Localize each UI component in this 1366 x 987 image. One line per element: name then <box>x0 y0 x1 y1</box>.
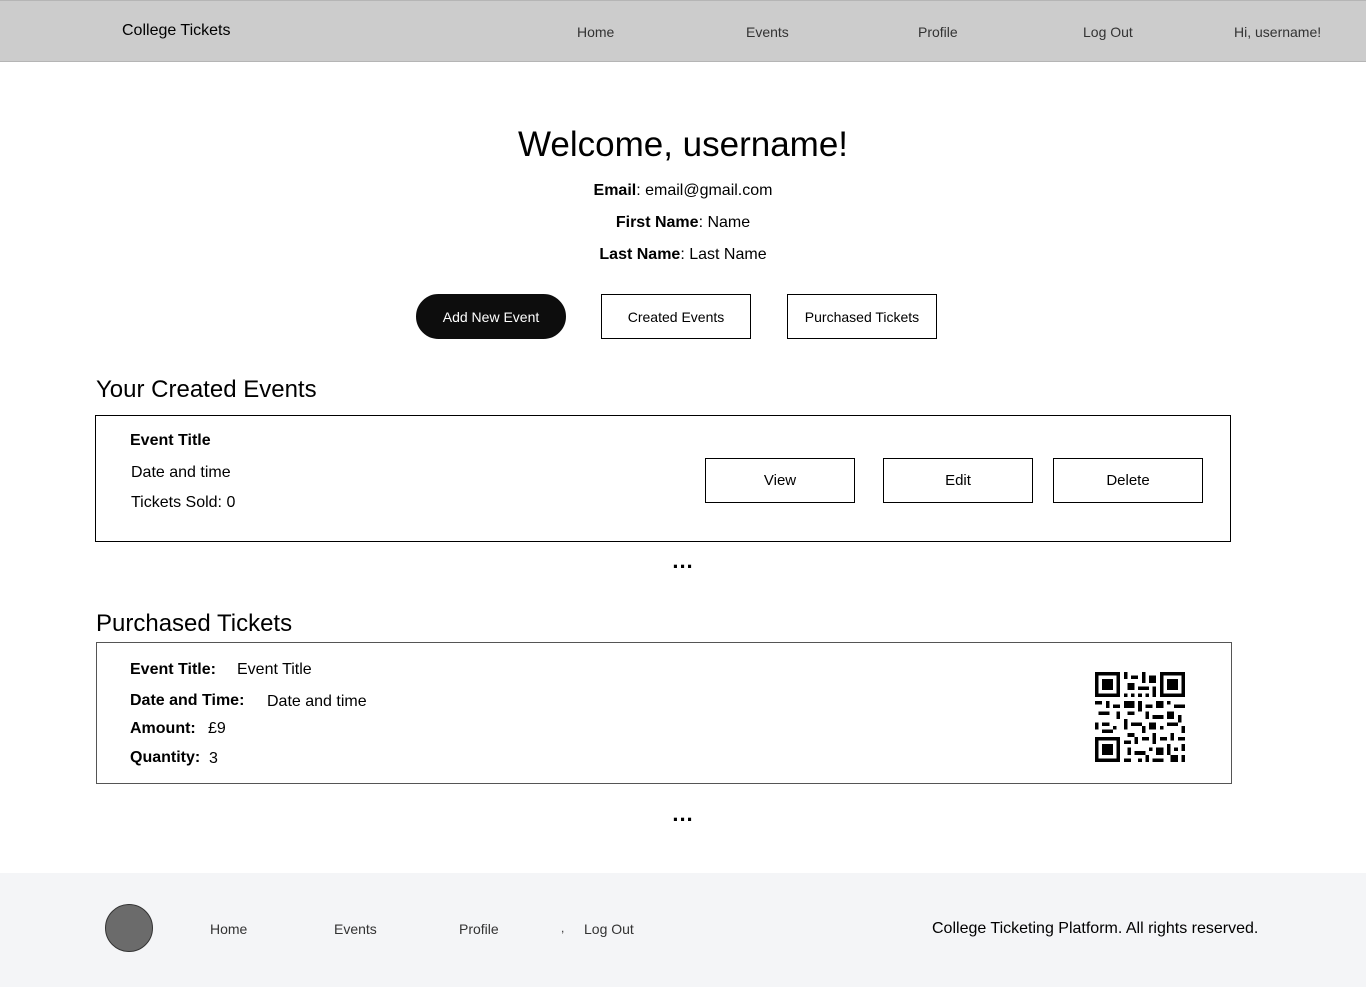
email-line: Email: email@gmail.com <box>0 182 1366 200</box>
ticket-quantity-value: 3 <box>209 750 218 767</box>
top-navbar: College Tickets Home Events Profile Log … <box>0 0 1366 62</box>
last-name-value: : Last Name <box>680 246 767 263</box>
created-events-button[interactable]: Created Events <box>601 294 751 339</box>
ticket-date-time-value: Date and time <box>267 693 367 710</box>
user-greeting: Hi, username! <box>1234 24 1322 40</box>
footer-events-link[interactable]: Events <box>334 921 377 937</box>
purchased-tickets-title: Purchased Tickets <box>96 610 293 637</box>
footer-logo-icon[interactable] <box>105 904 153 952</box>
event-title: Event Title <box>130 432 211 449</box>
ticket-event-title-label: Event Title: <box>130 661 216 678</box>
purchased-ticket-card: Event Title: Event Title Date and Time: … <box>96 642 1232 784</box>
welcome-heading: Welcome, username! <box>517 125 849 164</box>
ticket-quantity-label: Quantity: <box>130 749 201 766</box>
brand-name[interactable]: College Tickets <box>122 22 231 40</box>
qr-code-icon <box>1095 672 1185 762</box>
nav-events-link[interactable]: Events <box>746 24 789 40</box>
ticket-date-time-label: Date and Time: <box>130 692 245 709</box>
first-name-label: First Name <box>615 214 699 231</box>
footer-profile-link[interactable]: Profile <box>459 921 499 937</box>
event-date-time: Date and time <box>131 464 231 481</box>
more-purchased-tickets[interactable]: ... <box>0 801 1366 827</box>
ticket-amount-label: Amount: <box>130 720 196 737</box>
created-events-title: Your Created Events <box>96 376 317 403</box>
view-button[interactable]: View <box>705 458 855 503</box>
ticket-event-title-value: Event Title <box>237 661 312 678</box>
delete-button[interactable]: Delete <box>1053 458 1203 503</box>
last-name-line: Last Name: Last Name <box>0 246 1366 264</box>
more-created-events[interactable]: ... <box>0 548 1366 574</box>
ticket-amount-value: £9 <box>208 720 226 737</box>
add-new-event-button[interactable]: Add New Event <box>416 294 566 339</box>
edit-button[interactable]: Edit <box>883 458 1033 503</box>
footer-logout-link[interactable]: Log Out <box>584 921 634 937</box>
nav-profile-link[interactable]: Profile <box>918 24 958 40</box>
first-name-line: First Name: Name <box>0 214 1366 232</box>
footer-home-link[interactable]: Home <box>210 921 247 937</box>
copyright-text: College Ticketing Platform. All rights r… <box>932 920 1259 937</box>
footer-separator: , <box>561 921 565 935</box>
first-name-value: : Name <box>698 214 751 231</box>
created-event-card: Event Title Date and time Tickets Sold: … <box>95 415 1231 542</box>
nav-logout-link[interactable]: Log Out <box>1083 24 1133 40</box>
tickets-sold: Tickets Sold: 0 <box>131 494 236 511</box>
purchased-tickets-button[interactable]: Purchased Tickets <box>787 294 937 339</box>
nav-home-link[interactable]: Home <box>577 24 614 40</box>
email-value: : email@gmail.com <box>636 182 773 199</box>
footer: Home Events Profile , Log Out College Ti… <box>0 873 1366 987</box>
email-label: Email <box>593 182 637 199</box>
last-name-label: Last Name <box>599 246 681 263</box>
